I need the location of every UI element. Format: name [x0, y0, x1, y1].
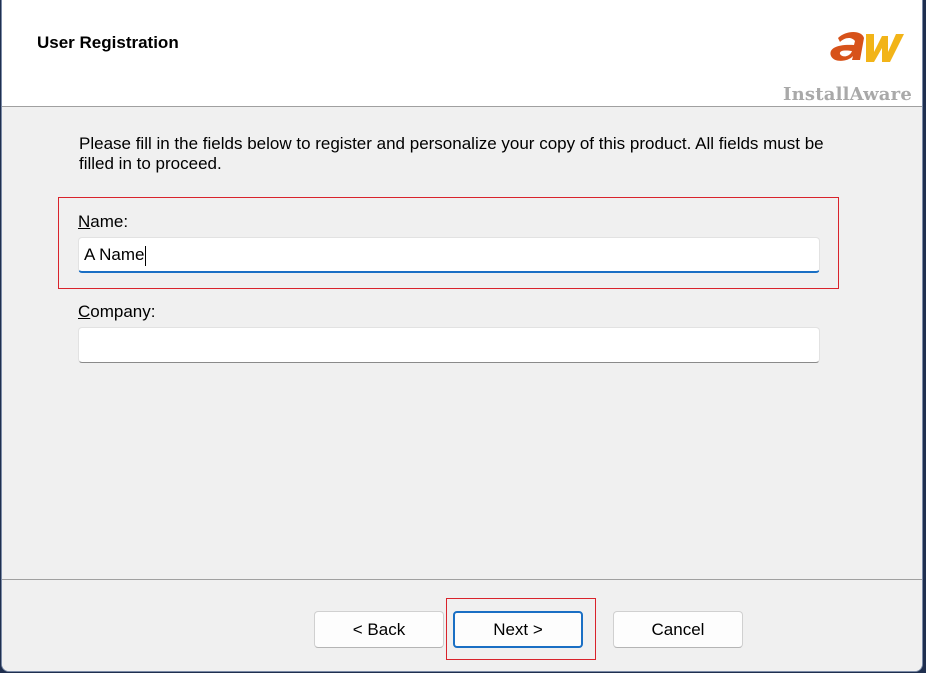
company-label-mnemonic: C [78, 302, 91, 321]
wizard-footer: < Back Next > Cancel [2, 579, 922, 671]
logo-wordmark: InstallAware [782, 84, 912, 105]
page-title: User Registration [37, 33, 179, 52]
name-input[interactable]: A Name [78, 237, 820, 273]
wizard-content: Please fill in the fields below to regis… [2, 107, 922, 579]
name-label-rest: ame: [90, 212, 129, 231]
installaware-logo: InstallAware [772, 26, 912, 108]
text-caret [145, 245, 147, 266]
company-label-rest: ompany: [90, 302, 156, 321]
installaware-logo-icon [830, 32, 904, 62]
name-label: Name: [78, 212, 128, 232]
intro-text: Please fill in the fields below to regis… [79, 134, 824, 173]
back-button[interactable]: < Back [314, 611, 444, 648]
company-label: Company: [78, 302, 155, 322]
name-label-mnemonic: N [78, 212, 91, 231]
next-button[interactable]: Next > [453, 611, 583, 648]
name-input-value: A Name [84, 245, 145, 264]
company-input[interactable] [78, 327, 820, 363]
installer-window: User Registration InstallAware Please fi… [1, 0, 923, 672]
wizard-header: User Registration InstallAware [2, 0, 922, 108]
cancel-button[interactable]: Cancel [613, 611, 743, 648]
